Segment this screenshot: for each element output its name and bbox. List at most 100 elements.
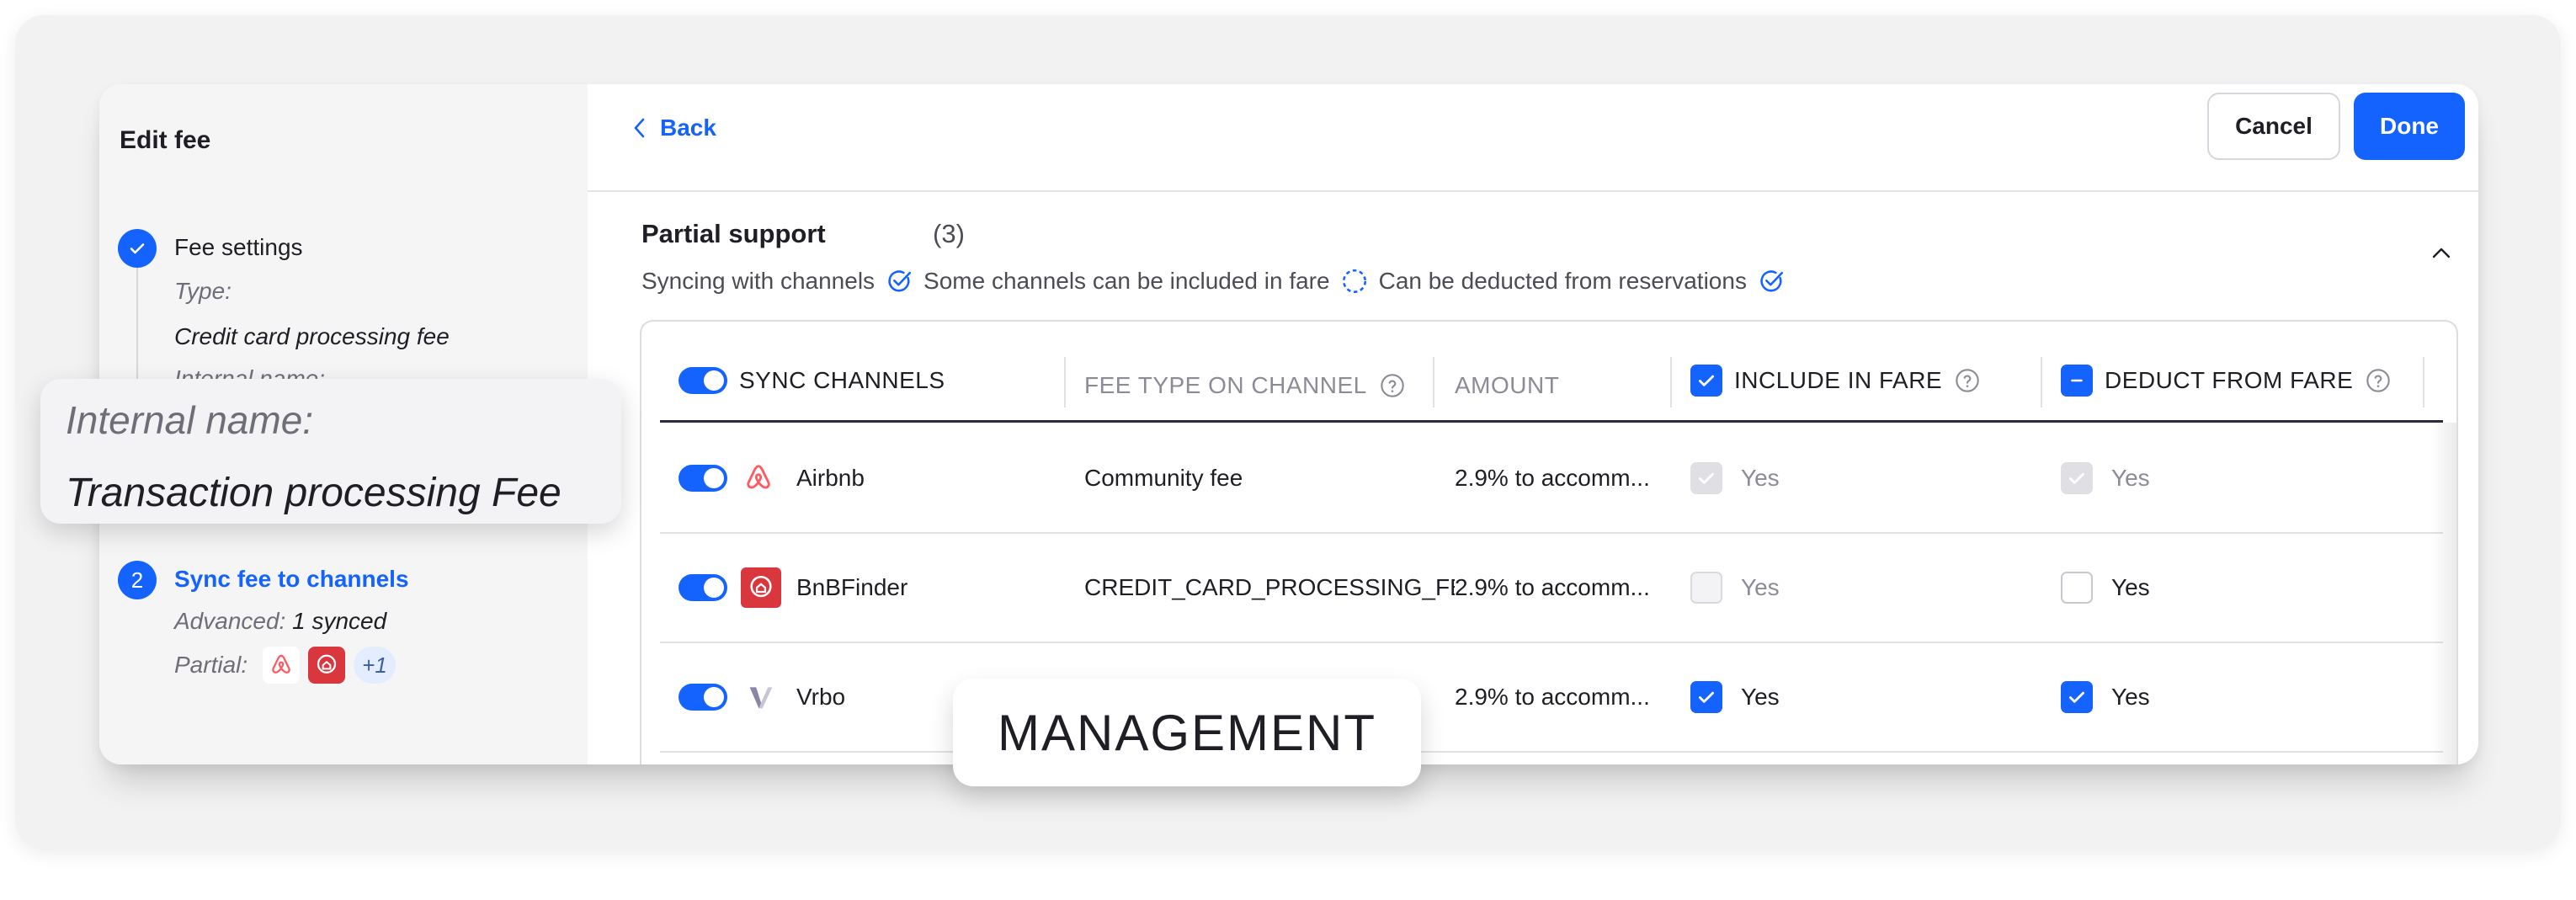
- back-link[interactable]: Back: [631, 111, 716, 145]
- header-deduct-from-fare: DEDUCT FROM FARE: [2061, 338, 2392, 423]
- channel-name: Vrbo: [796, 684, 846, 710]
- section-title: Partial support: [641, 219, 826, 248]
- channel-toggle-cell: [679, 534, 727, 642]
- column-divider: [1064, 357, 1066, 407]
- include-value: Yes: [1741, 684, 1780, 710]
- step-complete-badge: [118, 229, 157, 268]
- advanced-sync-summary: Advanced: 1 synced: [174, 608, 386, 635]
- dashed-circle-icon: [1340, 267, 1369, 296]
- include-checkbox[interactable]: [1690, 462, 1722, 494]
- include-value: Yes: [1741, 574, 1780, 600]
- header-include-in-fare: INCLUDE IN FARE: [1690, 338, 1981, 423]
- header-deduct-label: DEDUCT FROM FARE: [2105, 367, 2354, 393]
- check-circle-icon: [1757, 267, 1786, 296]
- sidebar-title: Edit fee: [120, 126, 211, 154]
- internal-name-callout: Internal name: Transaction processing Fe…: [40, 379, 621, 524]
- check-circle-icon: [885, 267, 913, 296]
- callout-internal-value: Transaction processing Fee: [66, 471, 562, 515]
- partial-label: Partial:: [174, 652, 248, 678]
- sync-all-toggle[interactable]: [679, 367, 727, 394]
- header-sync-label: SYNC CHANNELS: [739, 367, 945, 393]
- cancel-button[interactable]: Cancel: [2207, 93, 2340, 160]
- vrbo-logo-icon: [744, 643, 778, 751]
- fee-type-value: CREDIT_CARD_PROCESSING_FEE: [1084, 574, 1482, 600]
- channel-name: BnBFinder: [796, 574, 908, 600]
- include-checkbox[interactable]: [1690, 572, 1722, 604]
- chevron-up-icon[interactable]: [2431, 246, 2451, 259]
- deduct-checkbox-cell: [2061, 643, 2093, 751]
- check-icon: [1699, 472, 1714, 484]
- channel-name: Airbnb: [796, 465, 865, 491]
- bnbfinder-logo-icon: [308, 647, 345, 684]
- deduct-value: Yes: [2111, 684, 2150, 710]
- channel-sync-toggle[interactable]: [679, 465, 727, 492]
- channel-toggle-cell: [679, 424, 727, 532]
- question-circle-icon[interactable]: [1954, 367, 1981, 394]
- advanced-label: Advanced:: [174, 608, 286, 634]
- fee-type-value: Credit card processing fee: [174, 323, 450, 349]
- channel-sync-toggle[interactable]: [679, 684, 727, 711]
- table-row: BnBFinder CREDIT_CARD_PROCESSING_FEE 2.9…: [660, 534, 2443, 643]
- column-divider: [2423, 357, 2424, 407]
- check-icon: [2069, 691, 2084, 703]
- deduct-value: Yes: [2111, 465, 2150, 491]
- column-divider: [1670, 357, 1672, 407]
- include-value: Yes: [1741, 465, 1780, 491]
- support-summary: Syncing with channels Some channels can …: [641, 264, 1796, 298]
- callout-internal-label: Internal name:: [66, 398, 314, 442]
- header-amount: AMOUNT: [1455, 372, 1560, 398]
- support-syncing-text: Syncing with channels: [641, 268, 876, 294]
- header-fee-type: FEE TYPE ON CHANNEL: [1084, 343, 1406, 428]
- include-checkbox-cell: [1690, 643, 1722, 751]
- section-count: (3): [933, 219, 965, 248]
- question-circle-icon[interactable]: [2365, 367, 2392, 394]
- fee-type-label: Type:: [174, 278, 232, 304]
- table-row: Vrbo 2.9% to accomm... Yes Yes: [660, 643, 2443, 753]
- table-header: SYNC CHANNELS FEE TYPE ON CHANNEL AMOUNT…: [660, 338, 2443, 423]
- step-number-badge: 2: [118, 561, 157, 599]
- step-fee-settings[interactable]: Fee settings: [174, 234, 303, 261]
- amount-value: 2.9% to accomm...: [1455, 534, 1650, 642]
- check-icon: [2069, 472, 2084, 484]
- bnbfinder-logo-icon: [741, 534, 781, 642]
- minus-icon: [2071, 379, 2083, 382]
- deduct-checkbox-cell: [2061, 424, 2093, 532]
- table-row: Airbnb Community fee 2.9% to accomm... Y…: [660, 424, 2443, 534]
- deduct-checkbox[interactable]: [2061, 462, 2093, 494]
- question-circle-icon[interactable]: [1379, 372, 1406, 399]
- amount-value: 2.9% to accomm...: [1455, 465, 1650, 491]
- check-icon: [1699, 691, 1714, 703]
- column-divider: [1433, 357, 1434, 407]
- deduct-checkbox[interactable]: [2061, 572, 2093, 604]
- deduct-all-checkbox[interactable]: [2061, 365, 2093, 397]
- more-channels-badge: +1: [354, 647, 396, 684]
- fee-type-value: Community fee: [1084, 465, 1243, 491]
- include-checkbox-cell: [1690, 534, 1722, 642]
- amount-value: 2.9% to accomm...: [1455, 684, 1650, 710]
- scroll-shadow: [2431, 423, 2456, 764]
- airbnb-logo-icon: [263, 647, 300, 684]
- check-icon: [130, 243, 145, 254]
- channel-sync-toggle[interactable]: [679, 574, 727, 601]
- header-sync-channels: SYNC CHANNELS: [679, 338, 945, 423]
- deduct-checkbox[interactable]: [2061, 681, 2093, 713]
- support-deducted-text: Can be deducted from reservations: [1378, 268, 1747, 294]
- advanced-value: 1 synced: [292, 608, 387, 634]
- deduct-checkbox-cell: [2061, 534, 2093, 642]
- header-include-label: INCLUDE IN FARE: [1734, 367, 1943, 393]
- top-bar: Back Cancel Done: [588, 84, 2478, 192]
- step-sync-channels[interactable]: Sync fee to channels: [174, 566, 409, 593]
- include-checkbox-cell: [1690, 424, 1722, 532]
- deduct-value: Yes: [2111, 574, 2150, 600]
- channels-table: SYNC CHANNELS FEE TYPE ON CHANNEL AMOUNT…: [640, 320, 2458, 764]
- column-divider: [2041, 357, 2042, 407]
- header-fee-type-label: FEE TYPE ON CHANNEL: [1084, 372, 1367, 398]
- channel-toggle-cell: [679, 643, 727, 751]
- airbnb-logo-icon: [742, 424, 774, 532]
- management-callout: MANAGEMENT: [953, 679, 1421, 786]
- check-icon: [1699, 375, 1714, 386]
- support-included-text: Some channels can be included in fare: [923, 268, 1330, 294]
- include-all-checkbox[interactable]: [1690, 365, 1722, 397]
- include-checkbox[interactable]: [1690, 681, 1722, 713]
- done-button[interactable]: Done: [2354, 93, 2465, 160]
